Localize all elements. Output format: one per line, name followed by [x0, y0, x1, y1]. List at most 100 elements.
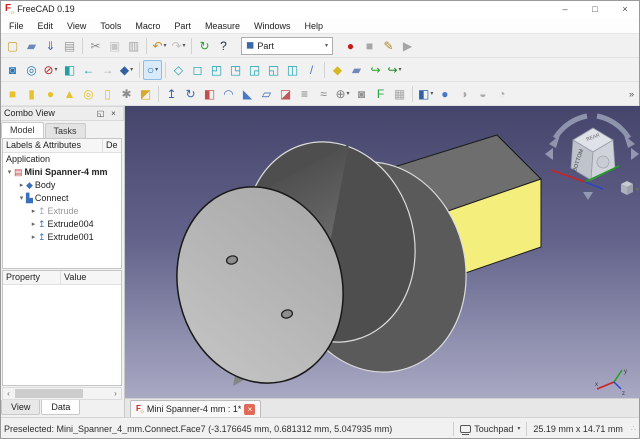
horizontal-scrollbar[interactable]: ‹ ›: [2, 387, 122, 400]
scrollbar-thumb[interactable]: [15, 389, 83, 398]
scroll-left-icon[interactable]: ‹: [3, 389, 14, 398]
macro-stop-icon[interactable]: ■: [360, 36, 379, 56]
draw-style-icon[interactable]: ○▾: [143, 60, 162, 80]
make-link-icon[interactable]: ↪: [366, 60, 385, 80]
view-bottom-icon[interactable]: ◱: [264, 60, 283, 80]
workbench-selector[interactable]: ◼ Part ▾: [241, 37, 333, 55]
menu-item-file[interactable]: File: [2, 18, 31, 34]
navigation-style-selector[interactable]: Touchpad ▾: [460, 424, 520, 434]
redo-icon[interactable]: ↷▾: [169, 36, 188, 56]
create-group-icon[interactable]: ▰: [347, 60, 366, 80]
loft-icon[interactable]: ≡: [295, 84, 314, 104]
close-tab-icon[interactable]: ×: [244, 404, 255, 415]
document-tab[interactable]: F☼ Mini Spanner-4 mm : 1* ×: [130, 400, 261, 417]
tree-item-extrude[interactable]: ▸ ↥ Extrude: [3, 205, 121, 218]
clipping-icon[interactable]: ⊘▾: [41, 60, 60, 80]
new-file-icon[interactable]: ▢: [3, 36, 22, 56]
macro-edit-icon[interactable]: ✎: [379, 36, 398, 56]
nav-forward-icon[interactable]: →: [98, 60, 117, 80]
menu-item-macro[interactable]: Macro: [128, 18, 167, 34]
tube-icon[interactable]: ▯: [98, 84, 117, 104]
cone-icon[interactable]: ▲: [60, 84, 79, 104]
ruled-surface-icon[interactable]: ◪: [276, 84, 295, 104]
copy-icon[interactable]: ▣: [105, 36, 124, 56]
open-file-icon[interactable]: ▰: [22, 36, 41, 56]
expander-icon[interactable]: ▸: [29, 220, 38, 228]
intersection-icon[interactable]: ◒: [473, 84, 492, 104]
tree-root-application[interactable]: Application: [3, 153, 121, 166]
tree-item-extrude004[interactable]: ▸ ↥ Extrude004: [3, 218, 121, 231]
expander-icon[interactable]: ▸: [29, 233, 38, 241]
nav-right-arrow-icon[interactable]: [631, 148, 639, 160]
menu-item-tools[interactable]: Tools: [93, 18, 128, 34]
view-right-icon[interactable]: ◳: [226, 60, 245, 80]
nav-down-arrow-icon[interactable]: [583, 192, 593, 200]
menu-item-part[interactable]: Part: [167, 18, 198, 34]
cut-icon[interactable]: ✂: [86, 36, 105, 56]
boolean-icon[interactable]: ●: [435, 84, 454, 104]
tree-item-extrude001[interactable]: ▸ ↥ Extrude001: [3, 231, 121, 244]
camera-view-icon[interactable]: ◧: [60, 60, 79, 80]
3d-viewport[interactable]: REAR BOTTOM: [125, 106, 640, 398]
view-left-icon[interactable]: ◫: [283, 60, 302, 80]
macro-execute-icon[interactable]: ▶: [398, 36, 417, 56]
nav-cube-menu-icon[interactable]: [621, 181, 640, 195]
offset-icon[interactable]: ⊕▾: [333, 84, 352, 104]
box-icon[interactable]: ■: [3, 84, 22, 104]
view-front-icon[interactable]: ◻: [188, 60, 207, 80]
create-part-icon[interactable]: ◆: [328, 60, 347, 80]
extrude-icon[interactable]: ↥: [162, 84, 181, 104]
macro-record-icon[interactable]: ●: [341, 36, 360, 56]
torus-icon[interactable]: ◎: [79, 84, 98, 104]
make-face-icon[interactable]: ▱: [257, 84, 276, 104]
tree-item-body[interactable]: ▸ ◆ Body: [3, 179, 121, 192]
view-axonometric-icon[interactable]: ◇: [169, 60, 188, 80]
link-actions-icon[interactable]: ↪▾: [385, 60, 404, 80]
3d-viewport-canvas[interactable]: REAR BOTTOM: [125, 106, 640, 398]
toolbar-overflow-icon[interactable]: »: [629, 89, 640, 99]
print-icon[interactable]: ▤: [60, 36, 79, 56]
menu-item-help[interactable]: Help: [297, 18, 330, 34]
expander-icon[interactable]: ▸: [17, 181, 26, 189]
navigation-cube[interactable]: REAR BOTTOM: [545, 116, 640, 200]
nav-left-arrow-icon[interactable]: [545, 148, 553, 160]
revolve-icon[interactable]: ↻: [181, 84, 200, 104]
view-rear-icon[interactable]: ◲: [245, 60, 264, 80]
minimize-button[interactable]: –: [550, 0, 580, 18]
nav-style-icon[interactable]: ◆▾: [117, 60, 136, 80]
cross-sections-icon[interactable]: ≈: [314, 84, 333, 104]
tab-model[interactable]: Model: [1, 122, 44, 138]
fillet-icon[interactable]: ◠: [219, 84, 238, 104]
tree-item-connect[interactable]: ▾ ▙ Connect: [3, 192, 121, 205]
primitives-icon[interactable]: ◩: [136, 84, 155, 104]
save-icon[interactable]: ⇓: [41, 36, 60, 56]
spanner-object[interactable]: [156, 124, 541, 398]
menu-item-windows[interactable]: Windows: [247, 18, 298, 34]
maximize-button[interactable]: □: [580, 0, 610, 18]
resize-grip-icon[interactable]: ∴: [631, 424, 636, 433]
convert-icon[interactable]: ▦: [390, 84, 409, 104]
menu-item-edit[interactable]: Edit: [31, 18, 61, 34]
float-panel-icon[interactable]: ◱: [94, 109, 107, 118]
tab-tasks[interactable]: Tasks: [45, 123, 86, 138]
whats-this-icon[interactable]: ?: [214, 36, 233, 56]
chamfer-icon[interactable]: ◣: [238, 84, 257, 104]
measure-linear-icon[interactable]: /: [302, 60, 321, 80]
expander-icon[interactable]: ▾: [5, 168, 14, 176]
view-top-icon[interactable]: ◰: [207, 60, 226, 80]
fit-all-icon[interactable]: ◙: [3, 60, 22, 80]
undo-icon[interactable]: ↶▾: [150, 36, 169, 56]
tab-data[interactable]: Data: [41, 400, 80, 415]
nav-back-icon[interactable]: ←: [79, 60, 98, 80]
close-panel-icon[interactable]: ×: [107, 109, 120, 118]
cylinder-icon[interactable]: ▮: [22, 84, 41, 104]
sphere-icon[interactable]: ●: [41, 84, 60, 104]
tab-view[interactable]: View: [1, 400, 40, 415]
projection-icon[interactable]: F: [371, 84, 390, 104]
scroll-right-icon[interactable]: ›: [110, 389, 121, 398]
paste-icon[interactable]: ▥: [124, 36, 143, 56]
shape-builder-icon[interactable]: ✱: [117, 84, 136, 104]
close-button[interactable]: ×: [610, 0, 640, 18]
cut-icon[interactable]: ◔: [492, 84, 511, 104]
zoom-icon[interactable]: ◎: [22, 60, 41, 80]
